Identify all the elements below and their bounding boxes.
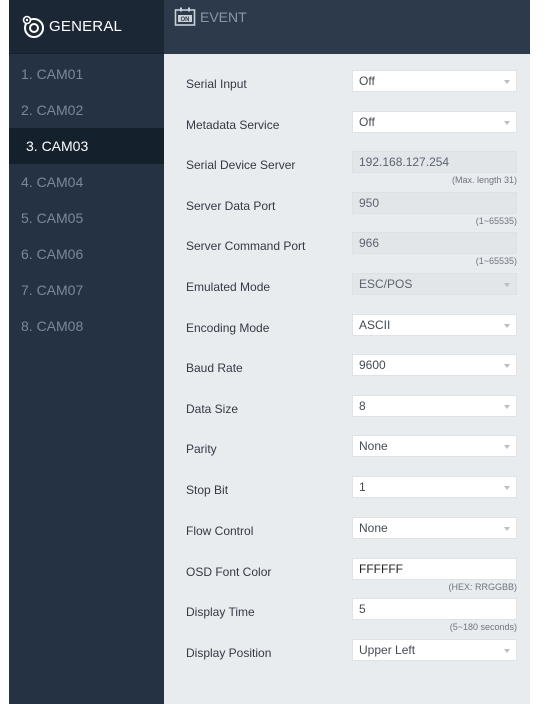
server-command-port-value: 966 <box>359 236 380 250</box>
sidebar-item-cam06[interactable]: 6. CAM06 <box>9 236 164 272</box>
sidebar-item-cam01[interactable]: 1. CAM01 <box>9 56 164 92</box>
chevron-down-icon <box>504 445 510 449</box>
display-time-label: Display Time <box>186 605 255 619</box>
chevron-down-icon <box>504 649 510 653</box>
serial-input-value: Off <box>359 74 375 88</box>
parity-select[interactable]: None <box>352 435 517 457</box>
event-title[interactable]: ON EVENT <box>174 7 247 27</box>
stop-bit-value: 1 <box>359 480 366 494</box>
general-menu-header[interactable]: GENERAL <box>9 0 164 54</box>
event-icon: ON <box>174 7 196 26</box>
metadata-service-value: Off <box>359 115 375 129</box>
camera-list: 1. CAM01 2. CAM02 3. CAM03 4. CAM04 5. C… <box>9 54 164 344</box>
serial-input-label: Serial Input <box>186 77 247 91</box>
emulated-mode-select[interactable]: ESC/POS <box>352 273 517 295</box>
chevron-down-icon <box>504 486 510 490</box>
sidebar: GENERAL 1. CAM01 2. CAM02 3. CAM03 4. CA… <box>9 0 164 704</box>
chevron-down-icon <box>504 364 510 368</box>
display-position-select[interactable]: Upper Left <box>352 639 517 661</box>
baud-rate-value: 9600 <box>359 358 386 372</box>
chevron-down-icon <box>504 80 510 84</box>
flow-control-value: None <box>359 521 388 535</box>
server-command-port-field[interactable]: 966 <box>352 232 517 254</box>
server-command-port-hint: (1~65535) <box>475 256 517 266</box>
parity-value: None <box>359 439 388 453</box>
event-settings-panel: Serial Input Off Metadata Service Off Se… <box>164 54 530 704</box>
serial-device-server-hint: (Max. length 31) <box>451 175 517 185</box>
sidebar-item-cam08[interactable]: 8. CAM08 <box>9 308 164 344</box>
sidebar-item-cam03[interactable]: 3. CAM03 <box>9 128 164 164</box>
emulated-mode-value: ESC/POS <box>359 277 413 291</box>
sidebar-item-cam04[interactable]: 4. CAM04 <box>9 164 164 200</box>
osd-font-color-value: FFFFFF <box>359 562 403 576</box>
sidebar-item-cam02[interactable]: 2. CAM02 <box>9 92 164 128</box>
metadata-service-select[interactable]: Off <box>352 111 517 133</box>
osd-font-color-hint: (HEX: RRGGBB) <box>448 582 517 592</box>
event-header: ON EVENT <box>164 0 530 54</box>
display-time-value: 5 <box>359 602 366 616</box>
chevron-down-icon <box>504 324 510 328</box>
gear-icon <box>22 15 44 38</box>
chevron-down-icon <box>504 283 510 287</box>
svg-text:ON: ON <box>181 17 190 23</box>
encoding-mode-value: ASCII <box>359 318 391 332</box>
serial-device-server-label: Serial Device Server <box>186 158 296 172</box>
osd-font-color-input[interactable]: FFFFFF <box>352 558 517 580</box>
serial-device-server-value: 192.168.127.254 <box>359 155 450 169</box>
baud-rate-select[interactable]: 9600 <box>352 354 517 376</box>
serial-device-server-field[interactable]: 192.168.127.254 <box>352 151 517 173</box>
general-menu-label: GENERAL <box>49 18 123 35</box>
data-size-value: 8 <box>359 399 366 413</box>
stop-bit-select[interactable]: 1 <box>352 476 517 498</box>
osd-font-color-label: OSD Font Color <box>186 565 272 579</box>
encoding-mode-label: Encoding Mode <box>186 321 270 335</box>
sidebar-item-cam07[interactable]: 7. CAM07 <box>9 272 164 308</box>
server-data-port-label: Server Data Port <box>186 199 276 213</box>
serial-input-select[interactable]: Off <box>352 70 517 92</box>
server-data-port-field[interactable]: 950 <box>352 192 517 214</box>
display-position-value: Upper Left <box>359 643 416 657</box>
stop-bit-label: Stop Bit <box>186 483 229 497</box>
display-position-label: Display Position <box>186 646 272 660</box>
flow-control-label: Flow Control <box>186 524 254 538</box>
server-data-port-value: 950 <box>359 196 380 210</box>
flow-control-select[interactable]: None <box>352 517 517 539</box>
metadata-service-label: Metadata Service <box>186 118 280 132</box>
server-command-port-label: Server Command Port <box>186 239 306 253</box>
sidebar-item-cam05[interactable]: 5. CAM05 <box>9 200 164 236</box>
display-time-hint: (5~180 seconds) <box>449 622 517 632</box>
chevron-down-icon <box>504 527 510 531</box>
data-size-label: Data Size <box>186 402 239 416</box>
chevron-down-icon <box>504 405 510 409</box>
event-title-label: EVENT <box>200 9 247 25</box>
server-data-port-hint: (1~65535) <box>475 216 517 226</box>
baud-rate-label: Baud Rate <box>186 361 243 375</box>
parity-label: Parity <box>186 442 217 456</box>
display-time-input[interactable]: 5 <box>352 598 517 620</box>
encoding-mode-select[interactable]: ASCII <box>352 314 517 336</box>
chevron-down-icon <box>504 121 510 125</box>
emulated-mode-label: Emulated Mode <box>186 280 271 294</box>
data-size-select[interactable]: 8 <box>352 395 517 417</box>
